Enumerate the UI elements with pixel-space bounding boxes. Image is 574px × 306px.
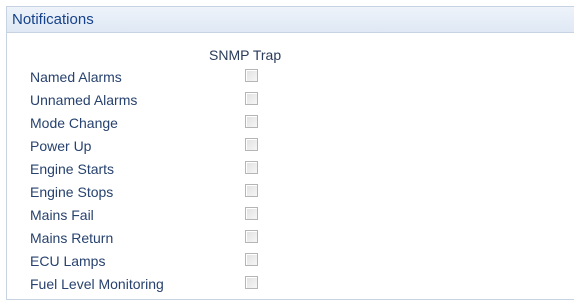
notification-row-engine-stops: Engine Stops xyxy=(7,182,307,204)
mode-change-snmp-checkbox[interactable] xyxy=(245,115,258,128)
row-label: Engine Starts xyxy=(30,161,115,177)
notification-row-ecu-lamps: ECU Lamps xyxy=(7,251,307,273)
notifications-panel: Notifications SNMP Trap Named Alarms Unn… xyxy=(6,6,574,300)
named-alarms-snmp-checkbox[interactable] xyxy=(245,69,258,82)
row-label: Mode Change xyxy=(30,115,118,131)
row-label: ECU Lamps xyxy=(30,253,106,269)
fuel-level-monitoring-snmp-checkbox[interactable] xyxy=(245,276,258,289)
panel-header: Notifications xyxy=(7,7,574,33)
notification-row-mode-change: Mode Change xyxy=(7,113,307,135)
ecu-lamps-snmp-checkbox[interactable] xyxy=(245,253,258,266)
row-label: Named Alarms xyxy=(30,69,122,85)
engine-stops-snmp-checkbox[interactable] xyxy=(245,184,258,197)
mains-fail-snmp-checkbox[interactable] xyxy=(245,207,258,220)
notification-row-mains-return: Mains Return xyxy=(7,228,307,250)
unnamed-alarms-snmp-checkbox[interactable] xyxy=(245,92,258,105)
row-label: Unnamed Alarms xyxy=(30,92,138,108)
row-label: Mains Return xyxy=(30,230,114,246)
notification-row-mains-fail: Mains Fail xyxy=(7,205,307,227)
notification-row-power-up: Power Up xyxy=(7,136,307,158)
panel-title: Notifications xyxy=(12,11,94,28)
row-label: Fuel Level Monitoring xyxy=(30,276,164,292)
notification-row-engine-starts: Engine Starts xyxy=(7,159,307,181)
notification-row-unnamed-alarms: Unnamed Alarms xyxy=(7,90,307,112)
snmp-trap-column-header: SNMP Trap xyxy=(209,47,282,63)
power-up-snmp-checkbox[interactable] xyxy=(245,138,258,151)
notification-row-named-alarms: Named Alarms xyxy=(7,67,307,89)
row-label: Mains Fail xyxy=(30,207,94,223)
engine-starts-snmp-checkbox[interactable] xyxy=(245,161,258,174)
mains-return-snmp-checkbox[interactable] xyxy=(245,230,258,243)
notification-row-fuel-level-monitoring: Fuel Level Monitoring xyxy=(7,274,307,296)
row-label: Power Up xyxy=(30,138,92,154)
row-label: Engine Stops xyxy=(30,184,114,200)
